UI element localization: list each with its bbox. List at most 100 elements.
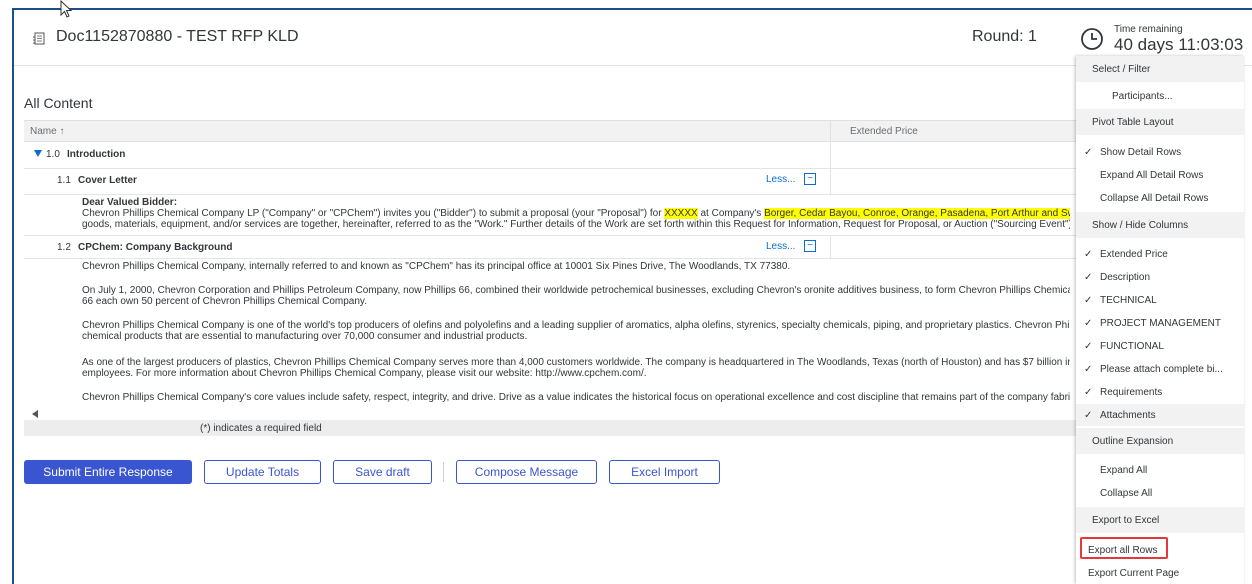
checkmark-icon: ✓ bbox=[1084, 318, 1093, 329]
menu-group-pivot-table-layout: Pivot Table Layout bbox=[1076, 109, 1244, 135]
menu-group-outline-expansion: Outline Expansion bbox=[1076, 428, 1244, 454]
menu-item-expand-all-detail-rows[interactable]: Expand All Detail Rows bbox=[1076, 164, 1244, 186]
background-paragraph-3-line-1: Chevron Phillips Chemical Company is one… bbox=[82, 320, 1070, 331]
export-all-rows-highlight-box bbox=[1080, 537, 1168, 559]
menu-item-collapse-all-detail-rows[interactable]: Collapse All Detail Rows bbox=[1076, 187, 1244, 209]
required-field-bar: (*) indicates a required field bbox=[24, 420, 1090, 436]
column-divider bbox=[830, 169, 831, 194]
cover-letter-line-2: goods, materials, equipment, and/or serv… bbox=[82, 219, 1070, 230]
menu-item-label: Requirements bbox=[1100, 387, 1163, 398]
column-divider bbox=[830, 236, 831, 258]
menu-item-label: Expand All bbox=[1100, 465, 1148, 476]
table-row-company-background[interactable]: 1.2 CPChem: Company Background Less... − bbox=[24, 235, 1090, 259]
checkmark-icon: ✓ bbox=[1084, 147, 1093, 158]
menu-item-column-description[interactable]: ✓ Description bbox=[1076, 266, 1244, 288]
menu-item-show-detail-rows[interactable]: ✓ Show Detail Rows bbox=[1076, 141, 1244, 163]
menu-item-label: Attachments bbox=[1100, 410, 1156, 421]
required-field-note: (*) indicates a required field bbox=[200, 423, 322, 434]
section-title: All Content bbox=[24, 95, 93, 111]
table-row-cover-letter[interactable]: 1.1 Cover Letter Less... − bbox=[24, 169, 1090, 195]
menu-item-column-extended-price[interactable]: ✓ Extended Price bbox=[1076, 243, 1244, 265]
menu-item-column-requirements[interactable]: ✓ Requirements bbox=[1076, 381, 1244, 403]
cover-letter-greeting: Dear Valued Bidder: bbox=[82, 197, 178, 208]
update-totals-button[interactable]: Update Totals bbox=[204, 460, 321, 484]
cover-letter-text: at Company's bbox=[697, 208, 765, 219]
menu-group-show-hide-columns: Show / Hide Columns bbox=[1076, 212, 1244, 238]
row-number: 1.1 bbox=[57, 175, 71, 186]
save-draft-button[interactable]: Save draft bbox=[333, 460, 432, 484]
menu-item-participants[interactable]: Participants... bbox=[1076, 85, 1244, 107]
background-paragraph-2-line-2: 66 each own 50 percent of Chevron Philli… bbox=[82, 296, 367, 307]
less-link[interactable]: Less... bbox=[766, 174, 795, 185]
round-indicator: Round: 1 bbox=[972, 28, 1037, 45]
checkmark-icon: ✓ bbox=[1084, 341, 1093, 352]
menu-item-label: PROJECT MANAGEMENT bbox=[1100, 318, 1221, 329]
background-paragraph-1: Chevron Phillips Chemical Company, inter… bbox=[82, 261, 791, 272]
less-link[interactable]: Less... bbox=[766, 241, 795, 252]
checkmark-icon: ✓ bbox=[1084, 249, 1093, 260]
row-label: Cover Letter bbox=[78, 175, 137, 186]
row-label: CPChem: Company Background bbox=[78, 242, 233, 253]
excel-import-button[interactable]: Excel Import bbox=[609, 460, 720, 484]
table-header: Name ↑ Extended Price bbox=[24, 120, 1090, 143]
background-paragraph-3-line-2: chemical products that are essential to … bbox=[82, 331, 528, 342]
scroll-left-arrow-icon[interactable] bbox=[32, 410, 38, 418]
time-remaining-label: Time remaining bbox=[1114, 24, 1183, 35]
background-paragraph-4-line-1: As one of the largest producers of plast… bbox=[82, 357, 1070, 368]
menu-item-label: Collapse All bbox=[1100, 488, 1153, 499]
menu-item-label: Expand All Detail Rows bbox=[1100, 170, 1204, 181]
menu-item-export-current-page[interactable]: Export Current Page bbox=[1076, 562, 1244, 584]
collapse-minus-icon[interactable]: − bbox=[804, 240, 816, 252]
column-divider bbox=[830, 121, 831, 143]
submit-entire-response-button[interactable]: Submit Entire Response bbox=[24, 460, 192, 484]
horizontal-scrollbar[interactable] bbox=[24, 408, 1090, 420]
window-border-left bbox=[12, 8, 14, 584]
checkmark-icon: ✓ bbox=[1084, 410, 1093, 421]
highlighted-placeholder: XXXXX bbox=[664, 208, 698, 219]
menu-item-label: Description bbox=[1100, 272, 1151, 283]
compose-message-button[interactable]: Compose Message bbox=[456, 460, 597, 484]
document-title: Doc1152870880 - TEST RFP KLD bbox=[56, 28, 299, 45]
table-options-menu: Select / Filter Participants... Pivot Ta… bbox=[1076, 56, 1244, 584]
column-header-extended-price[interactable]: Extended Price bbox=[850, 126, 918, 137]
highlighted-locations: Borger, Cedar Bayou, Conroe, Orange, Pas… bbox=[764, 208, 1070, 219]
menu-item-label: Show Detail Rows bbox=[1100, 147, 1182, 158]
menu-item-column-functional[interactable]: ✓ FUNCTIONAL bbox=[1076, 335, 1244, 357]
menu-item-column-project-management[interactable]: ✓ PROJECT MANAGEMENT bbox=[1076, 312, 1244, 334]
menu-group-select-filter: Select / Filter bbox=[1076, 56, 1244, 82]
expand-triangle-icon[interactable] bbox=[34, 150, 42, 157]
menu-item-label: FUNCTIONAL bbox=[1100, 341, 1164, 352]
button-separator bbox=[443, 462, 444, 482]
checkmark-icon: ✓ bbox=[1084, 364, 1093, 375]
clock-icon bbox=[1081, 28, 1103, 50]
document-header: Doc1152870880 - TEST RFP KLD Round: 1 Ti… bbox=[14, 10, 1252, 66]
collapse-minus-icon[interactable]: − bbox=[804, 173, 816, 185]
column-divider bbox=[830, 143, 831, 168]
time-remaining-value: 40 days 11:03:03 bbox=[1114, 35, 1244, 54]
menu-item-label: Participants... bbox=[1112, 91, 1173, 102]
checkmark-icon: ✓ bbox=[1084, 387, 1093, 398]
row-number: 1.2 bbox=[57, 242, 71, 253]
background-paragraph-5: Chevron Phillips Chemical Company's core… bbox=[82, 392, 1070, 403]
cover-letter-line-1: Chevron Phillips Chemical Company LP ("C… bbox=[82, 208, 1070, 219]
menu-item-collapse-all[interactable]: Collapse All bbox=[1076, 482, 1244, 504]
row-label: Introduction bbox=[67, 149, 126, 160]
document-icon bbox=[33, 32, 45, 45]
menu-item-label: Please attach complete bi... bbox=[1100, 364, 1223, 375]
checkmark-icon: ✓ bbox=[1084, 272, 1093, 283]
column-header-name[interactable]: Name ↑ bbox=[30, 126, 64, 137]
menu-item-column-technical[interactable]: ✓ TECHNICAL bbox=[1076, 289, 1244, 311]
menu-item-label: Collapse All Detail Rows bbox=[1100, 193, 1209, 204]
background-paragraph-2-line-1: On July 1, 2000, Chevron Corporation and… bbox=[82, 285, 1070, 296]
menu-item-column-attachments[interactable]: ✓ Attachments bbox=[1076, 404, 1244, 426]
cover-letter-text: Chevron Phillips Chemical Company LP ("C… bbox=[82, 208, 665, 219]
menu-item-label: Extended Price bbox=[1100, 249, 1168, 260]
menu-group-export-to-excel: Export to Excel bbox=[1076, 507, 1244, 533]
checkmark-icon: ✓ bbox=[1084, 295, 1093, 306]
table-row-introduction[interactable]: 1.0 Introduction bbox=[24, 143, 1090, 169]
background-paragraph-4-line-2: employees. For more information about Ch… bbox=[82, 368, 647, 379]
menu-item-expand-all[interactable]: Expand All bbox=[1076, 459, 1244, 481]
menu-item-label: TECHNICAL bbox=[1100, 295, 1157, 306]
menu-item-label: Export Current Page bbox=[1088, 568, 1180, 579]
menu-item-column-please-attach[interactable]: ✓ Please attach complete bi... bbox=[1076, 358, 1244, 380]
